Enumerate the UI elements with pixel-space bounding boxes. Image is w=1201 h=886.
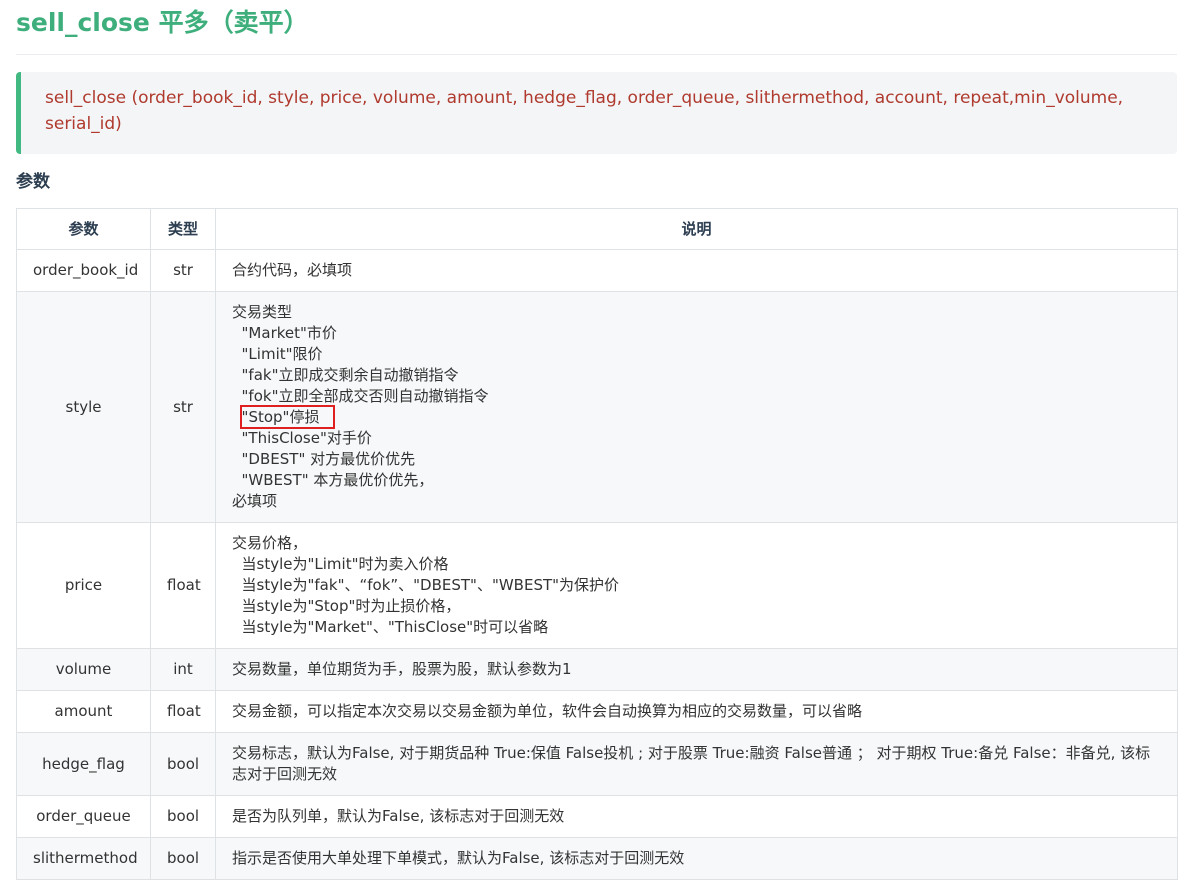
table-row: volume int 交易数量，单位期货为手，股票为股，默认参数为1	[16, 648, 1178, 691]
param-desc: 指示是否使用大单处理下单模式，默认为False, 该标志对于回测无效	[215, 837, 1178, 880]
param-name: order_book_id	[16, 249, 151, 292]
desc-line: 当style为"Market"、"ThisClose"时可以省略	[232, 618, 549, 636]
param-desc: 交易价格， 当style为"Limit"时为卖入价格 当style为"fak"、…	[215, 522, 1178, 649]
table-row: slithermethod bool 指示是否使用大单处理下单模式，默认为False…	[16, 837, 1178, 880]
desc-line: 交易类型	[232, 303, 293, 321]
header-type: 类型	[150, 208, 216, 250]
desc-line: "Market"市价	[232, 324, 337, 342]
desc-line: "fak"立即成交剩余自动撤销指令	[232, 366, 459, 384]
desc-line: "fok"立即全部成交否则自动撤销指令	[232, 387, 489, 405]
param-type: int	[150, 648, 216, 691]
desc-line: 当style为"Stop"时为止损价格，	[232, 597, 461, 615]
desc-line: "DBEST" 对方最优价优先	[232, 450, 416, 468]
param-desc: 合约代码，必填项	[215, 249, 1178, 292]
param-name: volume	[16, 648, 151, 691]
param-desc: 交易标志，默认为False, 对于期货品种 True:保值 False投机 ; …	[215, 732, 1178, 796]
desc-line: "Stop"停损	[232, 405, 1161, 429]
desc-line: 指示是否使用大单处理下单模式，默认为False, 该标志对于回测无效	[232, 849, 685, 867]
param-type: float	[150, 522, 216, 649]
param-desc: 交易类型 "Market"市价 "Limit"限价 "fak"立即成交剩余自动撤…	[215, 291, 1178, 523]
table-row: amount float 交易金额，可以指定本次交易以交易金额为单位，软件会自动换算…	[16, 690, 1178, 733]
table-body: order_book_id str 合约代码，必填项 style str 交易类型 "Ma…	[16, 249, 1178, 880]
header-param: 参数	[16, 208, 151, 250]
param-name: order_queue	[16, 795, 151, 838]
param-name: style	[16, 291, 151, 523]
desc-line: 交易标志，默认为False, 对于期货品种 True:保值 False投机 ; …	[232, 744, 1151, 783]
param-type: float	[150, 690, 216, 733]
header-desc: 说明	[215, 208, 1178, 250]
function-signature: sell_close (order_book_id, style, price,…	[16, 72, 1177, 154]
desc-line: 合约代码，必填项	[232, 261, 353, 279]
desc-line: 是否为队列单，默认为False, 该标志对于回测无效	[232, 807, 565, 825]
table-row: style str 交易类型 "Market"市价 "Limit"限价 "fak"立…	[16, 291, 1178, 523]
page-title: sell_close 平多（卖平）	[16, 0, 1177, 55]
desc-line: 必填项	[232, 492, 278, 510]
param-type: bool	[150, 795, 216, 838]
param-desc: 交易数量，单位期货为手，股票为股，默认参数为1	[215, 648, 1178, 691]
table-header-row: 参数 类型 说明	[16, 208, 1178, 250]
desc-line: 当style为"Limit"时为卖入价格	[232, 555, 449, 573]
param-name: slithermethod	[16, 837, 151, 880]
param-type: bool	[150, 837, 216, 880]
desc-line: 交易数量，单位期货为手，股票为股，默认参数为1	[232, 660, 572, 678]
highlighted-stop-option: "Stop"停损	[239, 405, 336, 429]
param-name: hedge_flag	[16, 732, 151, 796]
param-type: str	[150, 291, 216, 523]
params-table: 参数 类型 说明 order_book_id str 合约代码，必填项 style st…	[16, 208, 1178, 880]
desc-line: "Limit"限价	[232, 345, 323, 363]
param-desc: 交易金额，可以指定本次交易以交易金额为单位，软件会自动换算为相应的交易数量，可以…	[215, 690, 1178, 733]
table-row: hedge_flag bool 交易标志，默认为False, 对于期货品种 True…	[16, 732, 1178, 796]
param-name: price	[16, 522, 151, 649]
desc-line: 交易金额，可以指定本次交易以交易金额为单位，软件会自动换算为相应的交易数量，可以…	[232, 702, 863, 720]
params-heading: 参数	[16, 172, 50, 192]
param-type: bool	[150, 732, 216, 796]
doc-page: sell_close 平多（卖平） sell_close (order_book…	[0, 0, 1201, 880]
param-type: str	[150, 249, 216, 292]
param-name: amount	[16, 690, 151, 733]
table-row: order_queue bool 是否为队列单，默认为False, 该标志对于回测无…	[16, 795, 1178, 838]
desc-line: "WBEST" 本方最优价优先，	[232, 471, 434, 489]
desc-line: 当style为"fak"、“fok”、"DBEST"、"WBEST"为保护价	[232, 576, 620, 594]
desc-line: 交易价格，	[232, 534, 308, 552]
table-row: order_book_id str 合约代码，必填项	[16, 249, 1178, 292]
table-row: price float 交易价格， 当style为"Limit"时为卖入价格 当st…	[16, 522, 1178, 649]
param-desc: 是否为队列单，默认为False, 该标志对于回测无效	[215, 795, 1178, 838]
desc-line: "ThisClose"对手价	[232, 429, 372, 447]
